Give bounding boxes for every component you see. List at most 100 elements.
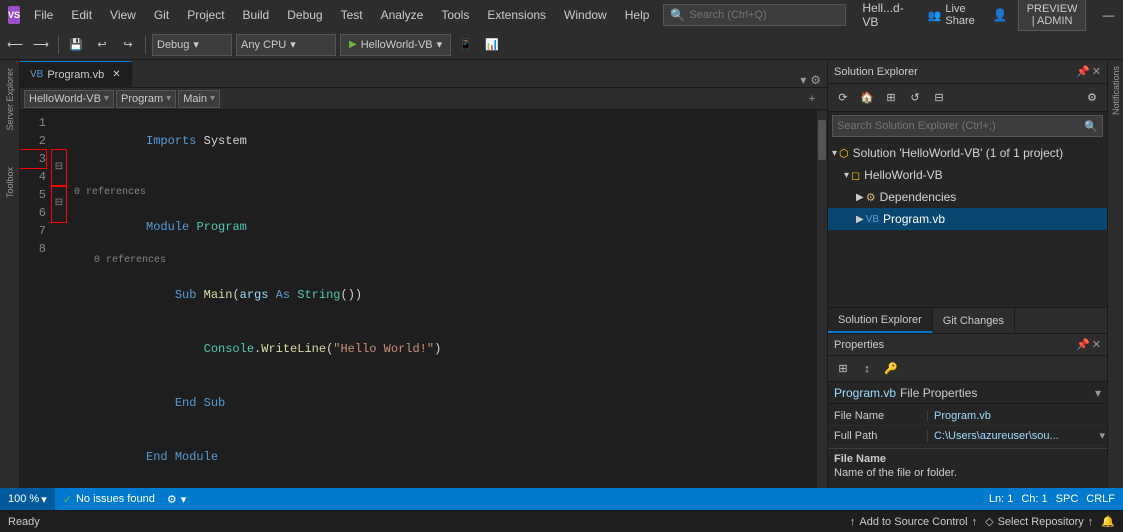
profiler-button[interactable]: 📊 (481, 34, 503, 56)
project-icon: ◻ (851, 169, 860, 182)
tab-solution-explorer[interactable]: Solution Explorer (828, 308, 933, 333)
tab-git-changes[interactable]: Git Changes (933, 308, 1015, 333)
se-search-input[interactable] (837, 120, 1080, 132)
title-search-box[interactable]: 🔍 (663, 4, 846, 26)
code-line-1: Imports System (74, 114, 809, 168)
se-search-icon: 🔍 (1084, 120, 1098, 133)
spc-indicator: SPC (1056, 493, 1079, 505)
se-filter-btn[interactable]: ⊞ (880, 87, 902, 109)
breadcrumb-file[interactable]: Program ▾ (116, 90, 176, 108)
redo-button[interactable]: ↪ (117, 34, 139, 56)
menu-test[interactable]: Test (333, 4, 371, 26)
props-val-fullpath: C:\Users\azureuser\sou... (928, 430, 1099, 442)
live-share-button[interactable]: 👥 Live Share (920, 0, 983, 31)
props-dropdown-icon[interactable]: ▾ (1095, 386, 1101, 400)
code-line-8 (74, 484, 809, 488)
editor-dropdown-icon[interactable]: ▾ (800, 73, 806, 87)
account-icon[interactable]: 👤 (989, 8, 1012, 22)
editor-settings-icon[interactable]: ⚙ (810, 73, 821, 87)
back-button[interactable]: ⟵ (4, 34, 26, 56)
debug-config-dropdown[interactable]: Debug ▾ (152, 34, 232, 56)
project-arrow-icon[interactable]: ▾ (844, 170, 849, 181)
menu-build[interactable]: Build (235, 4, 278, 26)
code-line-5: Console.WriteLine("Hello World!") (74, 322, 809, 376)
add-editor-btn[interactable]: + (801, 88, 823, 110)
menu-view[interactable]: View (102, 4, 144, 26)
minimize-button[interactable]: — (1092, 0, 1123, 30)
tree-program-vb[interactable]: ▶ VB Program.vb (828, 208, 1107, 230)
server-explorer-tab[interactable]: Server Explorer (2, 60, 18, 139)
bottom-bar: Ready ↑ Add to Source Control ↑ ◇ Select… (0, 510, 1123, 532)
notifications-tab[interactable]: Notifications (1109, 60, 1123, 121)
code-content[interactable]: Imports System 0 references Module Progr… (66, 110, 817, 488)
add-sc-dropdown-icon: ↑ (972, 516, 978, 528)
bottom-right: ↑ Add to Source Control ↑ ◇ Select Repos… (850, 515, 1115, 528)
collapse-module-icon[interactable]: ⊟ (55, 159, 63, 177)
zoom-control[interactable]: 100 % ▾ (0, 488, 55, 510)
main-layout: Server Explorer Toolbox VB Program.vb ✕ … (0, 60, 1123, 488)
se-sync-btn[interactable]: ⟳ (832, 87, 854, 109)
menu-analyze[interactable]: Analyze (373, 4, 432, 26)
chevron-right-icon: ▾ (166, 93, 171, 104)
undo-button[interactable]: ↩ (91, 34, 113, 56)
props-grid-btn[interactable]: ⊞ (832, 358, 854, 380)
no-issues-indicator[interactable]: ✓ No issues found (55, 493, 163, 506)
tree-dependencies[interactable]: ▶ ⚙ Dependencies (828, 186, 1107, 208)
props-header-actions: 📌 ✕ (1076, 338, 1101, 351)
breadcrumb-project[interactable]: HelloWorld-VB ▾ (24, 90, 114, 108)
toolbox-tab[interactable]: Toolbox (2, 159, 18, 206)
menu-extensions[interactable]: Extensions (479, 4, 554, 26)
props-file-label: Program.vb File Properties ▾ (828, 382, 1107, 404)
props-close-icon[interactable]: ✕ (1092, 338, 1101, 351)
menu-window[interactable]: Window (556, 4, 615, 26)
props-toolbar: ⊞ ↕ 🔑 (828, 356, 1107, 382)
menu-git[interactable]: Git (146, 4, 177, 26)
run-button[interactable]: ▶ HelloWorld-VB ▾ (340, 34, 451, 56)
crlf-indicator[interactable]: CRLF (1086, 493, 1115, 505)
menu-debug[interactable]: Debug (279, 4, 330, 26)
se-settings-btn[interactable]: ⚙ (1081, 87, 1103, 109)
title-search-input[interactable] (689, 9, 839, 21)
breadcrumb-member[interactable]: Main ▾ (178, 90, 220, 108)
menu-file[interactable]: File (26, 4, 61, 26)
props-sort-btn[interactable]: ↕ (856, 358, 878, 380)
menu-edit[interactable]: Edit (63, 4, 100, 26)
close-se-icon[interactable]: ✕ (1092, 65, 1101, 78)
run-dropdown-status: ▾ (181, 493, 187, 506)
cpu-config-dropdown[interactable]: Any CPU ▾ (236, 34, 336, 56)
deps-arrow-icon[interactable]: ▶ (856, 192, 864, 203)
se-home-btn[interactable]: 🏠 (856, 87, 878, 109)
status-left: 100 % ▾ ✓ No issues found ⚙ ▾ (0, 488, 190, 510)
se-collapse-btn[interactable]: ⊟ (928, 87, 950, 109)
bell-icon[interactable]: 🔔 (1101, 515, 1115, 528)
ln-indicator: Ln: 1 (989, 493, 1013, 505)
preview-admin-button[interactable]: PREVIEW | ADMIN (1018, 0, 1087, 31)
tree-project[interactable]: ▾ ◻ HelloWorld-VB (828, 164, 1107, 186)
device-button[interactable]: 📱 (455, 34, 477, 56)
toolbar: ⟵ ⟶ 💾 ↩ ↪ Debug ▾ Any CPU ▾ ▶ HelloWorld… (0, 30, 1123, 60)
se-search-box[interactable]: 🔍 (832, 115, 1103, 137)
menu-tools[interactable]: Tools (433, 4, 477, 26)
add-source-control-btn[interactable]: ↑ Add to Source Control ↑ (850, 516, 977, 528)
menu-help[interactable]: Help (617, 4, 658, 26)
program-vb-tab[interactable]: VB Program.vb ✕ (20, 61, 132, 87)
tree-solution[interactable]: ▾ ⬡ Solution 'HelloWorld-VB' (1 of 1 pro… (828, 142, 1107, 164)
code-area[interactable]: 1 2 3 4 5 6 7 8 ⊟ ⊟ (20, 110, 827, 488)
close-tab-icon[interactable]: ✕ (112, 69, 120, 80)
props-pin-icon[interactable]: 📌 (1076, 338, 1090, 351)
collapse-sub-icon[interactable]: ⊟ (55, 195, 63, 213)
select-repository-btn[interactable]: ◇ Select Repository ↑ (985, 515, 1093, 528)
solution-arrow-icon[interactable]: ▾ (832, 148, 837, 159)
props-key-btn[interactable]: 🔑 (880, 358, 902, 380)
editor-scrollbar[interactable] (817, 110, 827, 488)
pin-icon[interactable]: 📌 (1076, 65, 1090, 78)
file-arrow-icon[interactable]: ▶ (856, 214, 864, 225)
forward-button[interactable]: ⟶ (30, 34, 52, 56)
menu-project[interactable]: Project (179, 4, 232, 26)
scroll-thumb[interactable] (818, 120, 826, 160)
ci-6 (52, 222, 66, 240)
se-refresh-btn[interactable]: ↺ (904, 87, 926, 109)
line-num-1: 1 (20, 114, 46, 132)
save-all-button[interactable]: 💾 (65, 34, 87, 56)
chevron-down-icon: ▾ (290, 38, 296, 51)
